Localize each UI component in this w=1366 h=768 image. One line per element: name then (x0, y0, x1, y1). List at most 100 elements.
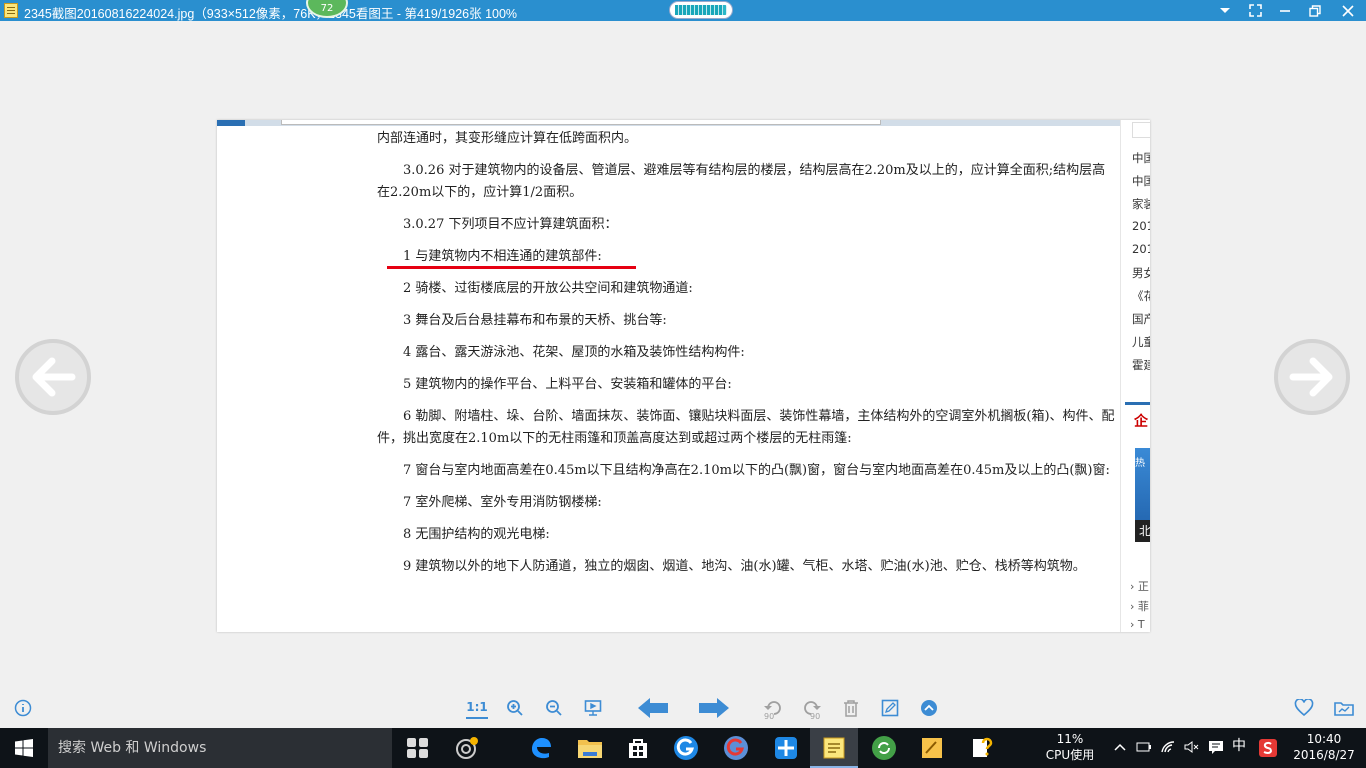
title-bar: 2345截图20160816224024.jpg（933×512像素，76K，2… (0, 0, 1366, 21)
previous-button[interactable] (636, 697, 670, 719)
progress-fill (675, 5, 723, 15)
chevron-up-icon (921, 700, 937, 716)
folder-icon (578, 740, 602, 758)
image-viewer: 内部连通时，其变形缝应计算在低跨面积内。 3.0.26 对于建筑物内的设备层、管… (0, 21, 1366, 688)
document-text: 内部连通时，其变形缝应计算在低跨面积内。 3.0.26 对于建筑物内的设备层、管… (377, 128, 1117, 588)
paragraph: 8 无围护结构的观光电梯: (403, 527, 550, 542)
arrow-right-icon (1289, 357, 1333, 397)
zoom-in-button[interactable] (504, 697, 526, 719)
show-hidden-icons-button[interactable] (1112, 740, 1128, 755)
notes-icon (922, 738, 942, 758)
paragraph: 7 室外爬梯、室外专用消防钢楼梯: (403, 495, 602, 510)
side-section-title: 企 (1134, 414, 1148, 430)
plus-app-icon (775, 737, 797, 759)
paragraph: 1 与建筑物内不相连通的建筑部件: (403, 249, 602, 264)
trash-icon (844, 700, 858, 717)
actual-size-button[interactable]: 1:1 (466, 697, 488, 719)
displayed-image: 内部连通时，其变形缝应计算在低跨面积内。 3.0.26 对于建筑物内的设备层、管… (217, 120, 1150, 632)
ime-indicator[interactable]: 中 (1230, 739, 1248, 754)
start-button[interactable] (0, 728, 48, 768)
zoom-out-button[interactable] (543, 697, 565, 719)
store-bag-icon (629, 739, 647, 758)
edit-icon (881, 699, 899, 717)
edit-button[interactable] (879, 697, 901, 719)
next-image-button[interactable] (1274, 339, 1350, 415)
paragraph: 2 骑楼、过街楼底层的开放公共空间和建筑物通道: (403, 281, 693, 296)
side-link: › T (1130, 618, 1145, 631)
taskbar-app-edge[interactable] (517, 728, 565, 768)
paragraph: 3 舞台及后台悬挂幕布和布景的天桥、挑台等: (403, 313, 667, 328)
wifi-icon[interactable] (1160, 740, 1176, 758)
taskbar-app-notes[interactable] (908, 728, 956, 768)
side-link: › 正 (1130, 580, 1149, 593)
edge-icon (532, 738, 551, 759)
paragraph: 4 露台、露天游泳池、花架、屋顶的水箱及装饰性结构构件: (403, 345, 745, 360)
cpu-label: CPU使用 (1045, 748, 1095, 762)
delete-button[interactable] (840, 697, 862, 719)
taskbar-app-image-viewer[interactable] (810, 728, 858, 768)
g-browser-icon (674, 736, 698, 760)
side-news-item: 《花 (1132, 289, 1150, 303)
menu-dropdown-button[interactable] (1210, 0, 1240, 21)
arrow-left-icon (32, 357, 76, 397)
more-button[interactable] (918, 697, 940, 719)
action-center-icon[interactable] (1207, 740, 1225, 758)
ad-label: 热 (1135, 458, 1145, 469)
task-view-button[interactable] (394, 728, 442, 768)
minimize-button[interactable] (1270, 0, 1300, 21)
side-news-item: 儿童 (1132, 335, 1150, 349)
heart-icon (1294, 699, 1314, 717)
taskbar-app-browser-g[interactable] (662, 728, 710, 768)
clock-time[interactable]: 10:40 (1288, 732, 1360, 747)
taskbar-app-explorer[interactable] (566, 728, 614, 768)
taskbar-app-help[interactable] (958, 728, 1006, 768)
taskbar-app-thunder[interactable] (762, 728, 810, 768)
taskbar-search-box[interactable]: 搜索 Web 和 Windows (48, 728, 392, 768)
slideshow-button[interactable] (582, 697, 604, 719)
gallery-button[interactable] (1333, 697, 1355, 719)
rotate-right-button[interactable]: 90 (801, 697, 823, 721)
swirl-icon (456, 737, 478, 759)
paragraph: 内部连通时，其变形缝应计算在低跨面积内。 (377, 131, 638, 146)
rotate-right-label: 90 (810, 712, 821, 721)
zoom-out-icon (546, 700, 562, 716)
close-button[interactable] (1333, 0, 1363, 21)
rotate-left-label: 90 (764, 712, 775, 721)
taskbar-app-store[interactable] (614, 728, 662, 768)
image-viewer-icon (823, 737, 845, 759)
next-button[interactable] (697, 697, 731, 719)
windows-taskbar: 搜索 Web 和 Windows 11% CPU使用 中 10:40 2016/… (0, 728, 1366, 768)
fullscreen-button[interactable] (1240, 0, 1270, 21)
side-search-box (1132, 122, 1150, 138)
slideshow-icon (584, 700, 602, 716)
favorite-button[interactable] (1293, 697, 1315, 719)
taskbar-app-browser-g2[interactable] (712, 728, 760, 768)
info-button[interactable] (12, 697, 34, 719)
taskbar-app-green[interactable] (860, 728, 908, 768)
chevron-up-icon (1114, 743, 1126, 751)
paragraph: 6 勒脚、附墙柱、垛、台阶、墙面抹灰、装饰面、镶贴块料面层、装饰性幕墙，主体结构… (377, 409, 1115, 446)
windows-logo-icon (15, 739, 33, 757)
side-news-item: 国产 (1132, 312, 1150, 326)
previous-image-button[interactable] (15, 339, 91, 415)
side-link: › 菲 (1130, 600, 1149, 613)
side-news-item: 201 (1132, 242, 1150, 256)
taskbar-app-swirl[interactable] (443, 728, 491, 768)
paragraph: 5 建筑物内的操作平台、上料平台、安装箱和罐体的平台: (403, 377, 732, 392)
clock-date[interactable]: 2016/8/27 (1288, 748, 1360, 763)
side-ad-banner: 热 北 (1135, 448, 1150, 542)
battery-icon[interactable] (1136, 741, 1152, 757)
help-doc-icon (973, 737, 993, 757)
window-title: 2345截图20160816224024.jpg（933×512像素，76K，2… (24, 7, 518, 21)
rotate-left-button[interactable]: 90 (762, 697, 784, 721)
volume-muted-icon[interactable] (1184, 740, 1200, 758)
cpu-percent: 11% (1056, 732, 1084, 746)
side-news-item: 家装 (1132, 197, 1150, 211)
task-view-icon (407, 738, 428, 758)
refresh-app-icon (872, 736, 896, 760)
restore-button[interactable] (1300, 0, 1330, 21)
restore-icon (1309, 4, 1321, 17)
sogou-ime-icon[interactable] (1258, 738, 1278, 762)
side-news-item: 201 (1132, 219, 1150, 233)
side-news-item: 男女 (1132, 266, 1150, 280)
